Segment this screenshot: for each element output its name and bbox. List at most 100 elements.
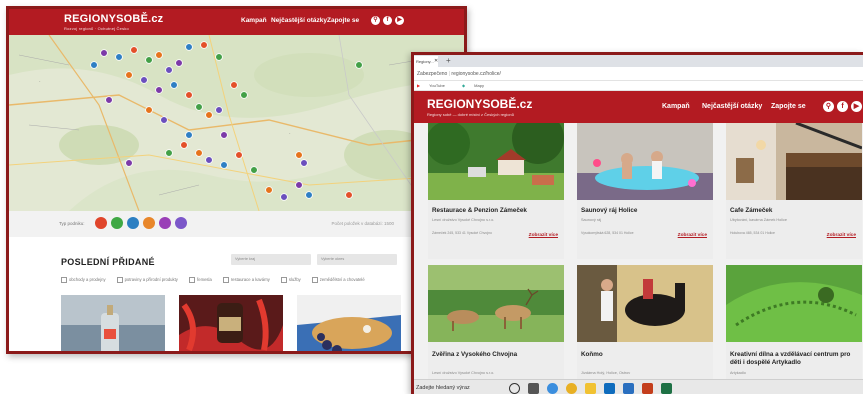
map-marker[interactable] (295, 151, 303, 159)
site-logo[interactable]: REGIONYSOBĚ.cz Regiony sobě — dobré míst… (427, 97, 532, 117)
map-marker[interactable] (305, 191, 313, 199)
youtube-icon[interactable]: ▶ (851, 101, 862, 112)
map-marker[interactable] (145, 106, 153, 114)
map-marker[interactable] (240, 91, 248, 99)
map-marker[interactable] (90, 61, 98, 69)
map-marker[interactable] (205, 111, 213, 119)
listing-card[interactable]: Koňmo Jízdárna Holý, Holice, Ostrov (577, 265, 713, 379)
map-marker[interactable] (295, 181, 303, 189)
map-marker[interactable] (345, 191, 353, 199)
map-marker[interactable] (185, 131, 193, 139)
youtube-icon[interactable]: ▶ (395, 16, 404, 25)
site-logo[interactable]: REGIONYSOBĚ.cz Rozvoj regionů · Ochutnej… (64, 13, 163, 31)
filter-services[interactable]: služby (281, 277, 301, 283)
region-select[interactable]: Vyberte kraj (231, 254, 311, 265)
district-select[interactable]: Vyberte okres (317, 254, 397, 265)
map-marker[interactable] (175, 59, 183, 67)
map-marker[interactable] (180, 141, 188, 149)
filter-crafts[interactable]: řemesla (189, 277, 212, 283)
cortana-icon[interactable] (509, 383, 520, 394)
facebook-icon[interactable]: f (383, 16, 392, 25)
map-marker[interactable] (215, 53, 223, 61)
map-marker[interactable] (160, 116, 168, 124)
map-marker[interactable] (185, 43, 193, 51)
legend-category-icon[interactable] (143, 217, 155, 229)
chrome-icon[interactable] (566, 383, 577, 394)
legend-category-icon[interactable] (127, 217, 139, 229)
filter-food[interactable]: potraviny a přírodní produkty (117, 277, 178, 283)
show-more-link[interactable]: Zobrazit více (827, 233, 856, 238)
powerpoint-icon[interactable] (642, 383, 653, 394)
map-marker[interactable] (130, 46, 138, 54)
site-header: REGIONYSOBĚ.cz Regiony sobě — dobré míst… (414, 91, 863, 123)
windows-taskbar: Zadejte hledaný výraz (414, 379, 863, 394)
show-more-link[interactable]: Zobrazit více (678, 233, 707, 238)
show-more-link[interactable]: Zobrazit více (529, 233, 558, 238)
map-marker[interactable] (105, 96, 113, 104)
listing-card[interactable]: Kreativní dílna a vzdělávací centrum pro… (726, 265, 862, 379)
word-icon[interactable] (623, 383, 634, 394)
map-marker[interactable] (200, 41, 208, 49)
region-map[interactable]: · · (9, 35, 464, 211)
listing-card[interactable]: Zvěřina z Vysokého Chvojna Lesní družstv… (428, 265, 564, 379)
edge-icon[interactable] (547, 383, 558, 394)
thumb-bottle-photo[interactable] (61, 295, 165, 351)
map-marker[interactable] (205, 156, 213, 164)
bookmark-youtube[interactable]: ▶ YouTube (417, 83, 453, 88)
legend-category-icon[interactable] (175, 217, 187, 229)
facebook-icon[interactable]: f (837, 101, 848, 112)
legend-category-icon[interactable] (111, 217, 123, 229)
search-icon[interactable]: ⚲ (371, 16, 380, 25)
legend-category-icon[interactable] (159, 217, 171, 229)
map-marker[interactable] (155, 51, 163, 59)
map-marker[interactable] (195, 103, 203, 111)
listing-card[interactable]: Restaurace & Penzion Zámeček Lesní družs… (428, 123, 564, 259)
nav-kampan[interactable]: Kampaň (662, 103, 690, 110)
search-icon[interactable]: ⚲ (823, 101, 834, 112)
filter-farms[interactable]: zemědělství a chovatelé (312, 277, 365, 283)
listing-card[interactable]: Cafe Zámeček Ubytování, kavárna Zámek Ho… (726, 123, 862, 259)
nav-join[interactable]: Zapojte se (771, 103, 806, 110)
map-marker[interactable] (145, 56, 153, 64)
map-marker[interactable] (125, 159, 133, 167)
nav-faq[interactable]: Nejčastější otázky (702, 103, 762, 110)
map-marker[interactable] (220, 131, 228, 139)
map-marker[interactable] (265, 186, 273, 194)
map-marker[interactable] (235, 151, 243, 159)
thumb-pastry-photo[interactable] (297, 295, 401, 351)
map-marker[interactable] (165, 66, 173, 74)
bookmark-maps[interactable]: ◆ Mapy (462, 83, 492, 88)
new-tab-icon[interactable]: + (446, 56, 451, 65)
map-marker[interactable] (230, 81, 238, 89)
map-marker[interactable] (100, 49, 108, 57)
filter-shops[interactable]: obchody a prodejny (61, 277, 106, 283)
map-marker[interactable] (300, 159, 308, 167)
map-marker[interactable] (155, 86, 163, 94)
nav-kampan[interactable]: Kampaň (241, 17, 267, 24)
excel-icon[interactable] (661, 383, 672, 394)
map-marker[interactable] (250, 166, 258, 174)
map-marker[interactable] (215, 106, 223, 114)
thumb-chili-photo[interactable] (179, 295, 283, 351)
map-marker[interactable] (185, 91, 193, 99)
listing-card[interactable]: Saunový ráj Holice Saunový ráj Vysokomýt… (577, 123, 713, 259)
taskbar-search[interactable]: Zadejte hledaný výraz (416, 385, 470, 391)
map-marker[interactable] (115, 53, 123, 61)
map-marker[interactable] (220, 161, 228, 169)
map-marker[interactable] (165, 149, 173, 157)
nav-faq[interactable]: Nejčastější otázky (271, 17, 327, 24)
map-marker[interactable] (280, 193, 288, 201)
nav-join[interactable]: Zapojte se (327, 17, 359, 24)
task-view-icon[interactable] (528, 383, 539, 394)
close-tab-icon[interactable]: ✕ (434, 58, 438, 64)
filter-restaurants[interactable]: restaurace a kavárny (223, 277, 270, 283)
map-marker[interactable] (170, 81, 178, 89)
map-marker[interactable] (195, 149, 203, 157)
folder-icon[interactable] (585, 383, 596, 394)
mail-icon[interactable] (604, 383, 615, 394)
legend-category-icon[interactable] (95, 217, 107, 229)
map-marker[interactable] (355, 61, 363, 69)
map-marker[interactable] (140, 76, 148, 84)
map-marker[interactable] (125, 71, 133, 79)
address-bar[interactable]: Zabezpečeno | regionysobe.cz/holice/ (414, 67, 863, 81)
